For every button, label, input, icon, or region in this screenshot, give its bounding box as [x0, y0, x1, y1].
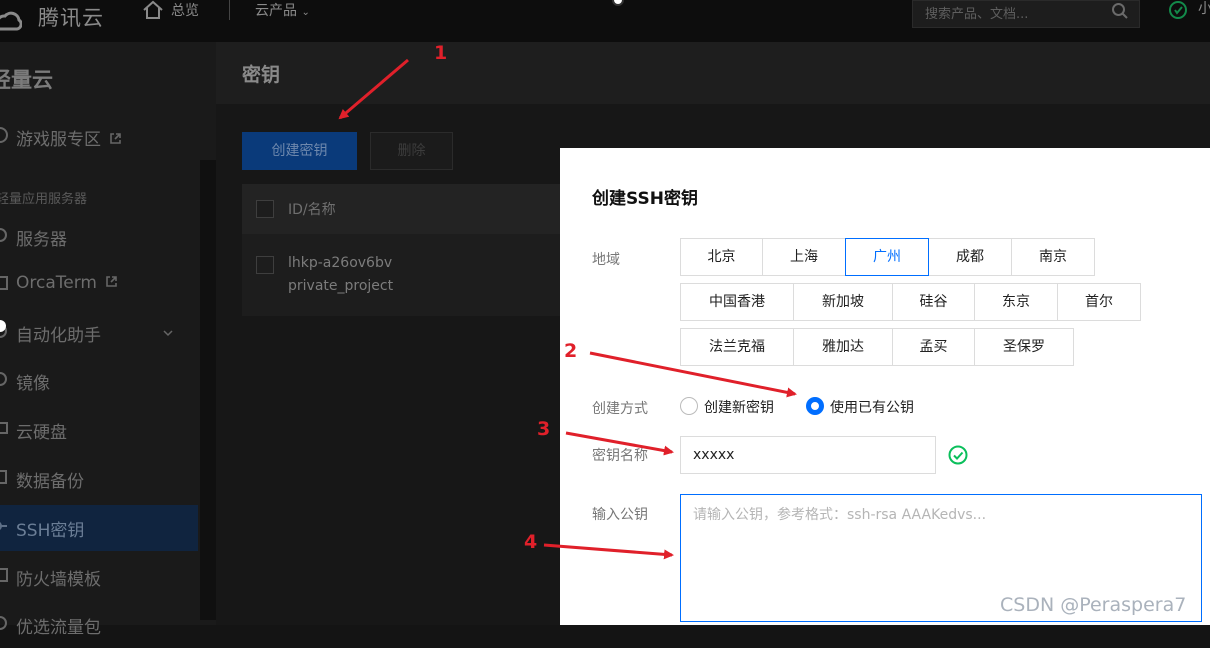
region-beijing[interactable]: 北京 — [680, 238, 763, 276]
key-name-label: 密钥名称 — [592, 448, 648, 464]
radio-label: 创建新密钥 — [704, 400, 774, 416]
sidebar-item-ssh-keys[interactable]: SSH密钥 — [0, 505, 198, 551]
user-name[interactable]: 小 — [1198, 0, 1210, 18]
watermark: CSDN @Peraspera7 — [1000, 594, 1187, 616]
sidebar-group-label: 轻量应用服务器 — [0, 192, 88, 207]
page-header: 密钥 — [216, 42, 1210, 104]
region-singapore[interactable]: 新加坡 — [793, 283, 893, 321]
column-header-id: ID/名称 — [288, 202, 336, 218]
key-id[interactable]: lhkp-a26ov6bv — [288, 255, 392, 271]
sidebar-item-traffic[interactable]: 优选流量包 — [0, 602, 198, 648]
region-chengdu[interactable]: 成都 — [928, 238, 1012, 276]
create-ssh-key-dialog: 创建SSH密钥 地域 北京 上海 广州 成都 南京 中国香港 新加坡 硅谷 东京… — [560, 148, 1210, 625]
keys-table: ID/名称 lhkp-a26ov6bv private_project — [242, 184, 572, 316]
sidebar-title: 轻量云 — [0, 68, 53, 92]
region-seoul[interactable]: 首尔 — [1057, 283, 1141, 321]
annotation-step-4: 4 — [524, 531, 538, 553]
backup-icon — [0, 470, 7, 484]
check-circle-icon — [948, 445, 968, 465]
sidebar-item-label: OrcaTerm — [16, 273, 97, 293]
radio-label: 使用已有公钥 — [830, 400, 914, 416]
game-icon — [0, 127, 8, 143]
dialog-title: 创建SSH密钥 — [592, 189, 698, 209]
region-hongkong[interactable]: 中国香港 — [680, 283, 794, 321]
region-silicon-valley[interactable]: 硅谷 — [892, 283, 975, 321]
user-status-icon[interactable] — [1168, 0, 1188, 20]
sidebar-item-game-server[interactable]: 游戏服专区 — [0, 114, 198, 160]
key-icon — [0, 522, 7, 530]
top-navbar: 腾讯云 总览 云产品 ⌄ 小 — [0, 0, 1210, 42]
radio-circle — [680, 397, 698, 415]
sidebar-item-label: 防火墙模板 — [16, 570, 101, 590]
external-link-icon — [106, 276, 117, 287]
nav-overview[interactable]: 总览 — [171, 0, 199, 20]
sidebar-item-backup[interactable]: 数据备份 — [0, 456, 198, 502]
sidebar-item-label: 镜像 — [16, 374, 50, 394]
sidebar-item-orcaterm[interactable]: OrcaTerm — [0, 262, 198, 308]
annotation-step-1: 1 — [434, 42, 448, 64]
sidebar-item-label: 云硬盘 — [16, 423, 67, 443]
disk-icon — [0, 422, 8, 434]
search-box — [912, 0, 1140, 28]
region-guangzhou[interactable]: 广州 — [845, 238, 929, 276]
create-key-button[interactable]: 创建密钥 — [242, 132, 357, 170]
region-jakarta[interactable]: 雅加达 — [793, 328, 893, 366]
sidebar-item-images[interactable]: 镜像 — [0, 358, 198, 404]
select-all-checkbox[interactable] — [256, 200, 274, 218]
external-link-icon — [110, 133, 121, 144]
annotation-step-2: 2 — [564, 340, 578, 362]
home-icon[interactable] — [142, 0, 164, 20]
cursor-dot — [612, 0, 624, 6]
sidebar-item-label: 数据备份 — [16, 472, 84, 492]
nav-divider — [229, 0, 230, 20]
search-icon[interactable] — [1111, 2, 1129, 20]
sidebar-item-cloud-disk[interactable]: 云硬盘 — [0, 407, 198, 453]
brand-name[interactable]: 腾讯云 — [38, 2, 104, 32]
delete-button[interactable]: 删除 — [370, 132, 453, 170]
firewall-icon — [0, 568, 8, 582]
sidebar-item-label: 优选流量包 — [16, 618, 101, 638]
region-nanjing[interactable]: 南京 — [1011, 238, 1095, 276]
table-header: ID/名称 — [242, 184, 572, 234]
radio-circle — [806, 397, 824, 415]
region-shanghai[interactable]: 上海 — [762, 238, 846, 276]
chevron-down-icon: ⌄ — [301, 7, 310, 18]
page-title: 密钥 — [242, 64, 281, 86]
region-frankfurt[interactable]: 法兰克福 — [680, 328, 794, 366]
search-input[interactable] — [925, 1, 1095, 27]
key-name: private_project — [288, 278, 394, 294]
annotation-step-3: 3 — [537, 418, 551, 440]
sidebar-scrollbar[interactable] — [200, 160, 216, 620]
nav-products-dropdown[interactable]: 云产品 ⌄ — [255, 0, 310, 20]
method-label: 创建方式 — [592, 401, 648, 417]
sidebar-item-servers[interactable]: 服务器 — [0, 214, 198, 260]
region-label: 地域 — [592, 252, 620, 268]
sidebar-item-label: SSH密钥 — [16, 521, 85, 541]
sidebar-item-automation[interactable]: 自动化助手 — [0, 310, 198, 356]
terminal-icon — [0, 276, 8, 290]
sidebar: 轻量云 游戏服专区 轻量应用服务器 服务器 OrcaTerm 自动化助手 镜像 … — [0, 42, 216, 638]
public-key-label: 输入公钥 — [592, 507, 648, 523]
key-name-input[interactable] — [680, 436, 936, 474]
region-sao-paulo[interactable]: 圣保罗 — [974, 328, 1074, 366]
chevron-down-icon[interactable] — [163, 328, 173, 338]
cloud-logo-icon[interactable] — [0, 6, 22, 36]
region-tokyo[interactable]: 东京 — [974, 283, 1058, 321]
sidebar-item-label: 游戏服专区 — [16, 130, 101, 150]
nav-products-label: 云产品 — [255, 3, 297, 19]
sidebar-item-label: 自动化助手 — [16, 326, 101, 346]
image-icon — [0, 372, 7, 386]
traffic-icon — [0, 616, 7, 630]
sidebar-item-label: 服务器 — [16, 230, 67, 250]
row-checkbox[interactable] — [256, 256, 274, 274]
sidebar-item-firewall[interactable]: 防火墙模板 — [0, 554, 198, 600]
server-icon — [0, 228, 7, 242]
region-mumbai[interactable]: 孟买 — [892, 328, 975, 366]
